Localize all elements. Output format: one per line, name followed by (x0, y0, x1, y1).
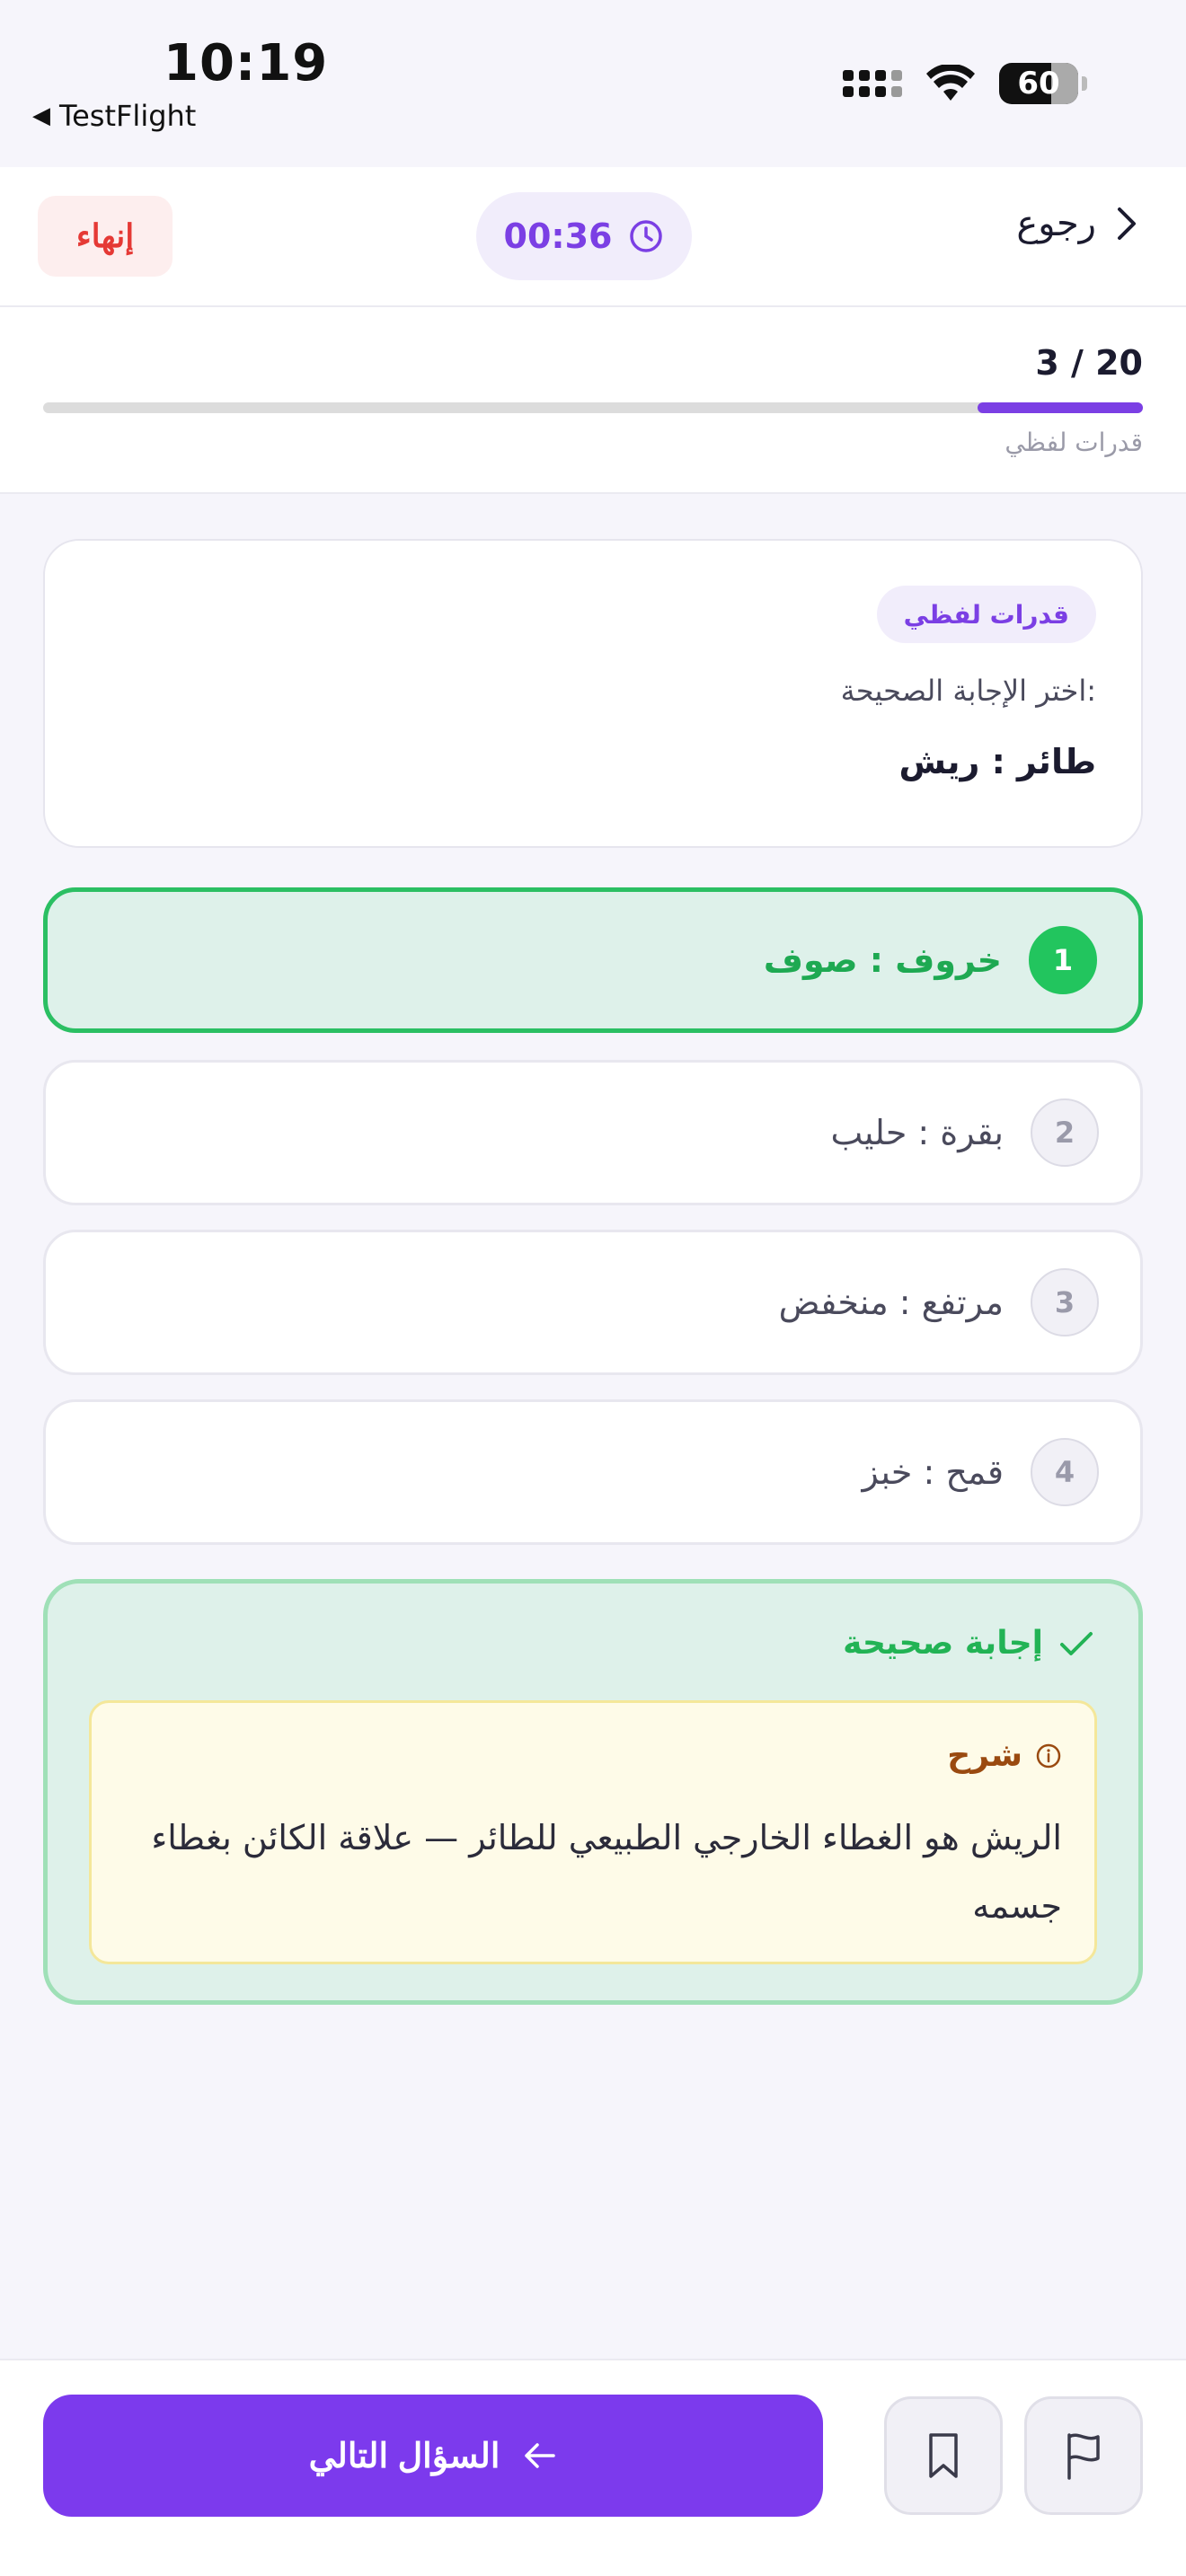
status-time: 10:19 (164, 34, 329, 93)
feedback-title-text: إجابة صحيحة (843, 1625, 1043, 1662)
answer-option-2[interactable]: 2 بقرة : حليب (43, 1060, 1143, 1205)
next-question-label: السؤال التالي (308, 2437, 500, 2475)
bookmark-button[interactable] (884, 2396, 1003, 2515)
question-card: قدرات لفظي اختر الإجابة الصحيحة: طائر : … (43, 539, 1143, 848)
option-number: 1 (1029, 926, 1097, 994)
option-number: 3 (1031, 1268, 1099, 1337)
option-text: خروف : صوف (763, 940, 1002, 980)
feedback-title: إجابة صحيحة (843, 1625, 1093, 1662)
timer-pill: 00:36 (476, 192, 692, 280)
option-text: قمح : خبز (862, 1452, 1004, 1492)
option-text: مرتفع : منخفض (778, 1283, 1004, 1322)
battery-level: 60 (1017, 66, 1060, 101)
progress-category: قدرات لفظي (1005, 428, 1143, 457)
answer-option-1[interactable]: 1 خروف : صوف (43, 887, 1143, 1033)
system-icons: 60 (843, 63, 1087, 104)
back-to-app-link[interactable]: ◀ TestFlight (32, 99, 196, 133)
progress-bar (43, 402, 1143, 413)
end-quiz-button[interactable]: إنهاء (38, 196, 173, 277)
back-button[interactable]: رجوع (1016, 203, 1137, 244)
back-triangle-icon: ◀ (32, 102, 50, 129)
option-number: 4 (1031, 1438, 1099, 1506)
progress-bar-fill (978, 402, 1143, 413)
wifi-icon (926, 65, 975, 101)
explanation-title: شرح (947, 1737, 1062, 1774)
explanation-box: شرح الريش هو الغطاء الخارجي الطبيعي للطا… (89, 1700, 1097, 1964)
clock-icon (630, 220, 663, 252)
option-number: 2 (1031, 1098, 1099, 1167)
flag-icon (1067, 2433, 1100, 2480)
answer-feedback: إجابة صحيحة شرح الريش هو الغطاء الخارجي … (43, 1579, 1143, 2005)
question-category-badge: قدرات لفظي (876, 586, 1096, 643)
timer-value: 00:36 (503, 216, 613, 256)
back-label: رجوع (1016, 203, 1096, 244)
progress-count: 3 / 20 (1035, 343, 1143, 383)
progress-section: 3 / 20 قدرات لفظي (0, 307, 1186, 494)
next-question-button[interactable]: السؤال التالي (43, 2395, 823, 2517)
bookmark-icon (929, 2433, 958, 2478)
option-text: بقرة : حليب (830, 1113, 1005, 1152)
bottom-action-bar: السؤال التالي (0, 2359, 1186, 2576)
arrow-left-icon (525, 2443, 556, 2468)
question-instruction: اختر الإجابة الصحيحة: (840, 674, 1096, 708)
flag-button[interactable] (1024, 2396, 1143, 2515)
check-icon (1060, 1631, 1093, 1655)
quiz-header: إنهاء 00:36 رجوع (0, 167, 1186, 307)
info-icon (1036, 1743, 1061, 1768)
answer-option-4[interactable]: 4 قمح : خبز (43, 1399, 1143, 1545)
signal-icon (843, 70, 902, 97)
chevron-right-icon (1118, 207, 1136, 240)
back-app-label: TestFlight (59, 99, 197, 133)
answer-option-3[interactable]: 3 مرتفع : منخفض (43, 1230, 1143, 1375)
explanation-text: الريش هو الغطاء الخارجي الطبيعي للطائر —… (151, 1818, 1062, 1926)
question-text: طائر : ريش (898, 742, 1096, 781)
status-bar: 10:19 ◀ TestFlight 60 (0, 0, 1186, 167)
explanation-title-text: شرح (947, 1737, 1022, 1774)
battery-icon: 60 (999, 63, 1087, 104)
